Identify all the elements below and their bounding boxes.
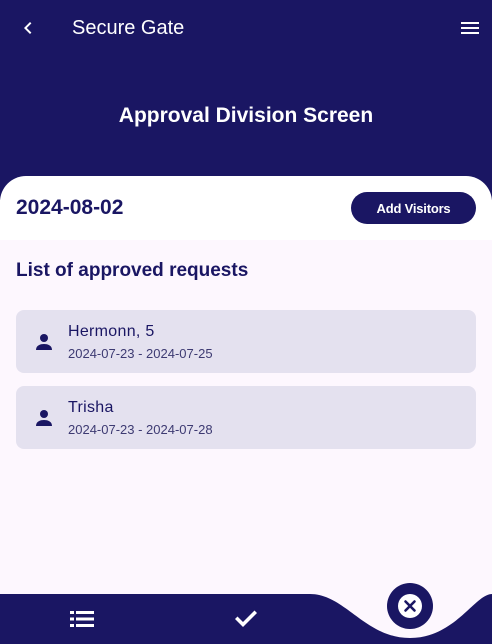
person-icon (36, 334, 52, 350)
app-title: Secure Gate (72, 17, 185, 39)
selected-date[interactable]: 2024-08-02 (16, 194, 123, 222)
chevron-left-icon (24, 22, 32, 34)
visit-dates: 2024-07-23 - 2024-07-28 (68, 422, 213, 437)
back-button[interactable] (14, 14, 42, 42)
checkmark-icon (235, 610, 257, 627)
visitor-name: Trisha (68, 399, 114, 416)
list-icon (70, 611, 94, 627)
cancel-fab-button[interactable] (387, 583, 433, 629)
app-bar: Secure Gate (0, 0, 492, 56)
list-item[interactable]: Hermonn, 5 2024-07-23 - 2024-07-25 (16, 310, 476, 373)
menu-button[interactable] (456, 14, 484, 42)
list-item[interactable]: Trisha 2024-07-23 - 2024-07-28 (16, 386, 476, 449)
close-circle-icon (398, 594, 422, 618)
list-heading: List of approved requests (16, 260, 249, 281)
nav-approved-button[interactable] (232, 606, 260, 632)
date-card: 2024-08-02 Add Visitors (0, 176, 492, 240)
hamburger-menu-icon (461, 22, 479, 34)
visitor-name: Hermonn, 5 (68, 323, 155, 340)
nav-list-button[interactable] (68, 606, 96, 632)
person-icon (36, 410, 52, 426)
add-visitors-button[interactable]: Add Visitors (351, 192, 476, 224)
visit-dates: 2024-07-23 - 2024-07-25 (68, 346, 213, 361)
screen-title: Approval Division Screen (118, 104, 374, 127)
